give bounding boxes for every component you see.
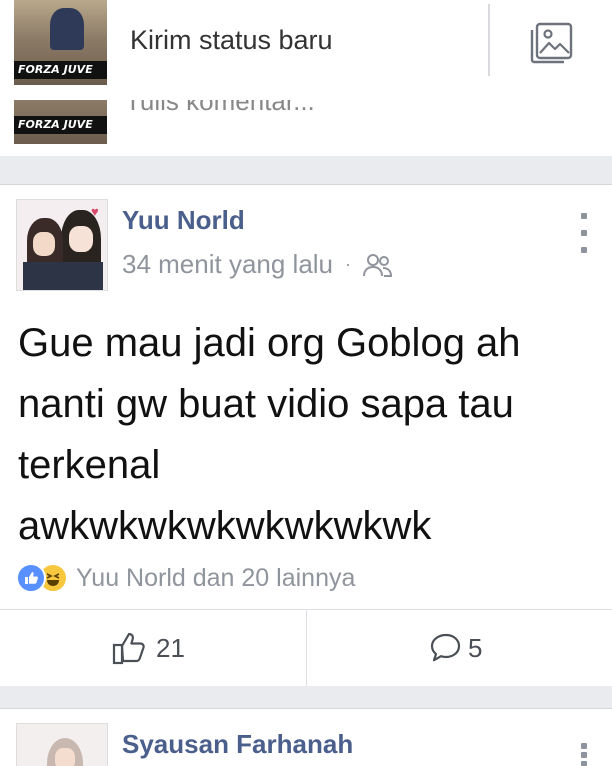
like-count: 21 [156, 632, 185, 663]
post-text-line: Gue mau jadi org Goblog ah [18, 321, 521, 365]
user-avatar[interactable]: FORZA JUVE [14, 0, 107, 85]
heart-icon: ♥ [91, 204, 99, 219]
post-time[interactable]: 34 menit yang lalu [122, 249, 333, 280]
meta-separator: · [345, 254, 352, 274]
author-avatar[interactable]: ♥ [16, 199, 108, 291]
post-text-line: terkenal [18, 443, 161, 487]
friends-icon[interactable] [363, 252, 393, 278]
comment-button[interactable]: 5 [430, 610, 482, 686]
comment-input[interactable]: Tulis komentar... [125, 100, 315, 117]
author-name[interactable]: Syausan Farhanah [122, 729, 353, 760]
add-photo-button[interactable] [527, 20, 575, 66]
avatar-watermark: FORZA JUVE [18, 63, 93, 76]
feed-separator [0, 156, 612, 184]
post-text-line: awkwkwkwkwkwkwkwk [18, 504, 432, 548]
post-body: Gue mau jadi org Goblog ah nanti gw buat… [18, 313, 608, 557]
comment-icon [430, 633, 461, 662]
author-avatar[interactable] [16, 723, 108, 766]
avatar-watermark: FORZA JUVE [18, 118, 93, 131]
user-avatar: FORZA JUVE [14, 100, 107, 144]
divider [306, 610, 307, 686]
post-actions: 21 5 [0, 609, 612, 686]
more-vertical-icon[interactable] [574, 213, 594, 253]
post-meta: 34 menit yang lalu · [122, 249, 393, 280]
feed-separator [0, 686, 612, 708]
status-composer: FORZA JUVE Kirim status baru [0, 0, 612, 101]
author-name[interactable]: Yuu Norld [122, 205, 245, 236]
comment-row: FORZA JUVE Tulis komentar... [0, 100, 612, 156]
facebook-feed: FORZA JUVE Kirim status baru FORZA JUVE … [0, 0, 612, 766]
post-card: Syausan Farhanah [0, 708, 612, 766]
reactions-summary[interactable]: Yuu Norld dan 20 lainnya [16, 561, 355, 595]
reactions-text: Yuu Norld dan 20 lainnya [76, 563, 356, 592]
thumbs-up-icon [112, 632, 145, 665]
post-card: ♥ Yuu Norld 34 menit yang lalu · Gue mau… [0, 184, 612, 688]
like-button[interactable]: 21 [112, 610, 185, 686]
comment-count: 5 [468, 632, 483, 663]
post-text-line: nanti gw buat vidio sapa tau [18, 382, 514, 426]
photo-icon [530, 22, 573, 64]
divider [488, 4, 490, 76]
like-reaction-icon [16, 563, 46, 593]
more-vertical-icon[interactable] [578, 743, 590, 766]
status-prompt[interactable]: Kirim status baru [130, 25, 333, 56]
